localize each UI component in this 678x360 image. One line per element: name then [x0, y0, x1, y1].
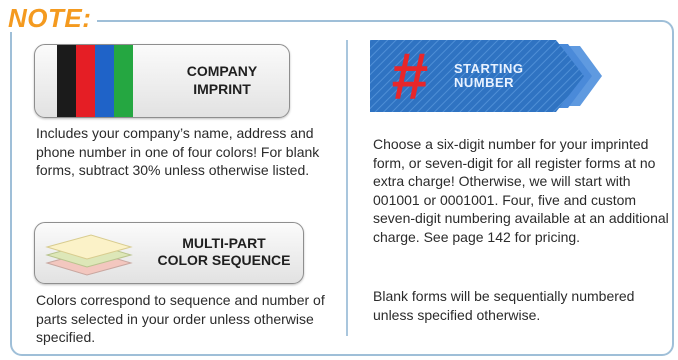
multi-part-label-line2: COLOR SEQUENCE [157, 252, 291, 268]
multi-part-description: Colors correspond to sequence and number… [36, 292, 325, 345]
company-imprint-badge: COMPANY IMPRINT [34, 44, 290, 118]
starting-number-note: Blank forms will be sequentially numbere… [373, 288, 635, 323]
green-stripe [114, 45, 133, 117]
multi-part-badge: MULTI-PART COLOR SEQUENCE [34, 222, 304, 284]
hash-icon: # [391, 39, 429, 113]
note-heading: NOTE: [6, 4, 98, 32]
red-stripe [76, 45, 95, 117]
starting-number-description: Choose a six-digit number for your impri… [373, 136, 669, 245]
company-imprint-description: Includes your company’s name, address an… [36, 125, 320, 178]
black-stripe [57, 45, 76, 117]
stacked-sheets-icon [45, 234, 133, 276]
starting-number-label-line2: NUMBER [454, 75, 515, 90]
starting-number-banner: # STARTING NUMBER [370, 40, 602, 112]
column-divider [346, 40, 348, 336]
company-imprint-label-line1: COMPANY [186, 63, 258, 79]
blue-stripe [95, 45, 114, 117]
starting-number-label-line1: STARTING [454, 61, 524, 76]
starting-number-label: STARTING NUMBER [454, 62, 550, 90]
company-imprint-label: COMPANY IMPRINT [167, 62, 277, 98]
multi-part-label-line1: MULTI-PART [182, 235, 266, 251]
company-imprint-label-line2: IMPRINT [193, 81, 251, 97]
multi-part-label: MULTI-PART COLOR SEQUENCE [151, 235, 297, 269]
